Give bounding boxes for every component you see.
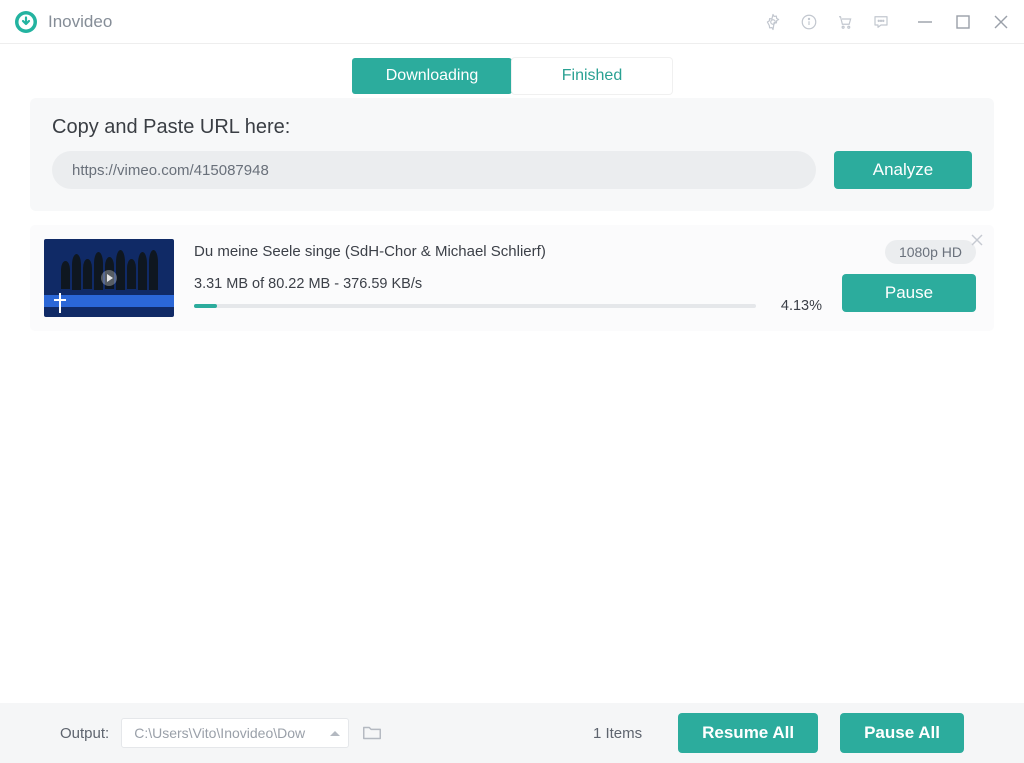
info-icon[interactable]	[800, 13, 818, 31]
feedback-icon[interactable]	[872, 13, 890, 31]
resume-all-button[interactable]: Resume All	[678, 713, 818, 753]
download-stats: 3.31 MB of 80.22 MB - 376.59 KB/s	[194, 276, 822, 292]
pause-button[interactable]: Pause	[842, 274, 976, 312]
title-actions	[764, 13, 1010, 31]
app-logo-icon	[14, 10, 38, 34]
tab-downloading[interactable]: Downloading	[352, 58, 512, 94]
output-path-dropdown[interactable]: C:\Users\Vito\Inovideo\Dow	[121, 718, 349, 748]
progress-row: 4.13%	[194, 298, 822, 314]
app-name: Inovideo	[48, 12, 112, 32]
video-thumbnail	[44, 239, 174, 317]
url-label: Copy and Paste URL here:	[52, 116, 972, 139]
download-title: Du meine Seele singe (SdH-Chor & Michael…	[194, 243, 822, 260]
downloads-list: Du meine Seele singe (SdH-Chor & Michael…	[30, 225, 994, 331]
window-controls	[916, 13, 1010, 31]
settings-icon[interactable]	[764, 13, 782, 31]
output-path-text: C:\Users\Vito\Inovideo\Dow	[134, 725, 324, 741]
quality-badge: 1080p HD	[885, 240, 976, 264]
pause-all-button[interactable]: Pause All	[840, 713, 964, 753]
play-icon	[101, 270, 117, 286]
progress-fill	[194, 304, 217, 308]
url-input[interactable]	[52, 151, 816, 189]
title-left: Inovideo	[14, 10, 112, 34]
items-count: 1 Items	[593, 725, 642, 742]
output-label: Output:	[60, 725, 109, 742]
remove-item-icon[interactable]	[970, 233, 984, 247]
open-folder-icon[interactable]	[361, 722, 383, 744]
minimize-button[interactable]	[916, 13, 934, 31]
maximize-button[interactable]	[954, 13, 972, 31]
close-button[interactable]	[992, 13, 1010, 31]
progress-percent: 4.13%	[772, 298, 822, 314]
download-actions: 1080p HD Pause	[842, 240, 976, 312]
chevron-up-icon	[330, 731, 340, 736]
title-bar: Inovideo	[0, 0, 1024, 44]
tab-finished[interactable]: Finished	[512, 58, 672, 94]
url-row: Analyze	[52, 151, 972, 189]
cart-icon[interactable]	[836, 13, 854, 31]
url-panel: Copy and Paste URL here: Analyze	[30, 98, 994, 211]
download-item: Du meine Seele singe (SdH-Chor & Michael…	[30, 225, 994, 331]
footer: Output: C:\Users\Vito\Inovideo\Dow 1 Ite…	[0, 703, 1024, 763]
download-info: Du meine Seele singe (SdH-Chor & Michael…	[194, 243, 822, 314]
progress-bar	[194, 304, 756, 308]
tabs: Downloading Finished	[0, 44, 1024, 98]
analyze-button[interactable]: Analyze	[834, 151, 972, 189]
